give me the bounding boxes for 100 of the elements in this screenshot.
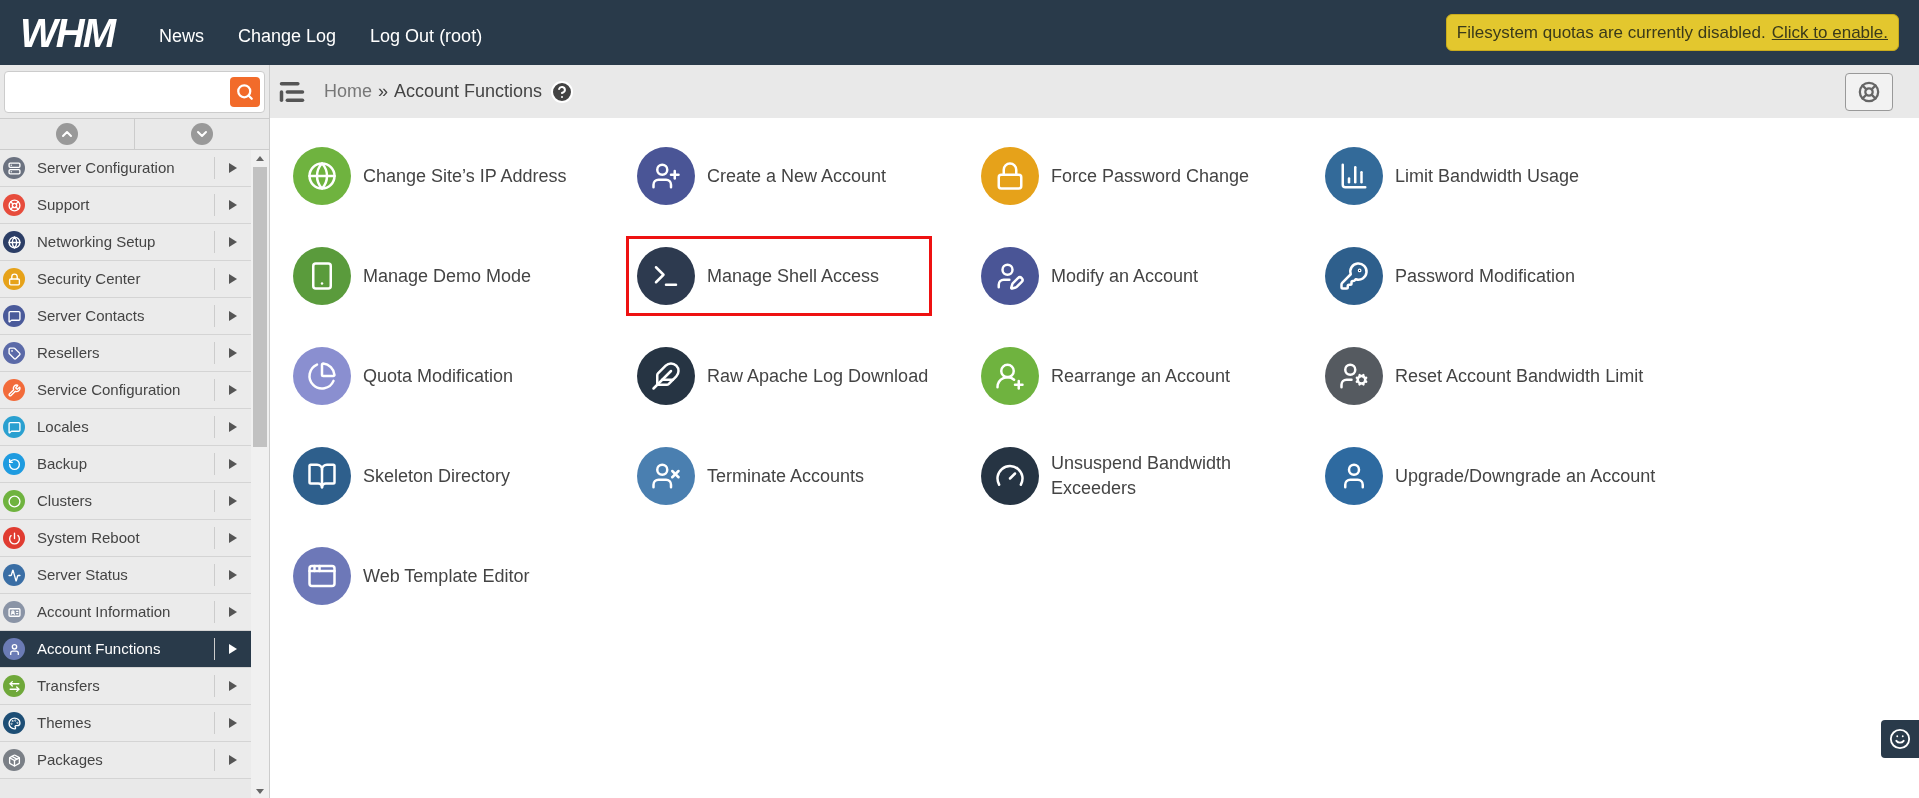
breadcrumb-home[interactable]: Home — [324, 78, 372, 105]
expand-icon — [229, 422, 238, 432]
pie-chart-icon — [293, 347, 351, 405]
server-icon — [3, 157, 25, 179]
function-link[interactable]: Limit Bandwidth Usage — [1314, 136, 1593, 216]
globe-icon — [293, 147, 351, 205]
transfer-icon — [3, 675, 25, 697]
sidebar-label: Server Status — [37, 564, 129, 585]
user-gear-icon — [1325, 347, 1383, 405]
sidebar-label: Packages — [37, 749, 104, 770]
gauge-icon — [981, 447, 1039, 505]
sidebar-label: Transfers — [37, 675, 101, 696]
lifebuoy-icon — [3, 194, 25, 216]
function-link[interactable]: Modify an Account — [970, 236, 1212, 316]
function-link[interactable]: Force Password Change — [970, 136, 1263, 216]
function-link[interactable]: Quota Modification — [282, 336, 527, 416]
feather-icon — [637, 347, 695, 405]
expand-icon — [229, 681, 238, 691]
book-icon — [293, 447, 351, 505]
expand-icon — [229, 718, 238, 728]
tag-icon — [3, 342, 25, 364]
palette-icon — [3, 712, 25, 734]
box-icon — [3, 749, 25, 771]
wrench-icon — [3, 379, 25, 401]
sidebar-label: Locales — [37, 416, 90, 437]
smiley-icon — [1889, 728, 1911, 750]
enable-link[interactable]: Click to enable. — [1771, 19, 1888, 46]
sidebar-label: Themes — [37, 712, 93, 733]
function-link[interactable]: Manage Shell Access — [626, 236, 933, 316]
user-plus-icon — [981, 347, 1039, 405]
function-link[interactable]: Password Modification — [1314, 236, 1589, 316]
function-link[interactable]: Reset Account Bandwidth Limit — [1314, 336, 1657, 416]
function-link[interactable]: Web Template Editor — [282, 536, 543, 616]
sidebar-item[interactable]: Account Functions — [0, 631, 252, 668]
up-icon — [56, 123, 78, 145]
expand-icon — [229, 533, 238, 543]
search-button[interactable] — [230, 76, 260, 107]
scroll-thumb[interactable] — [253, 167, 268, 447]
function-link[interactable]: Change Site’s IP Address — [282, 136, 580, 216]
help-icon — [550, 79, 575, 104]
backup-icon — [3, 453, 25, 475]
sidebar-label: Resellers — [37, 342, 101, 363]
function-link[interactable]: Manage Demo Mode — [282, 236, 545, 316]
function-link[interactable]: Terminate Accounts — [626, 436, 878, 516]
sidebar-label: Networking Setup — [37, 231, 157, 252]
globe-icon — [3, 231, 25, 253]
sidebar-label: Server Contacts — [37, 305, 146, 326]
function-link[interactable]: Upgrade/Downgrade an Account — [1314, 436, 1669, 516]
notice-text: Filesystem quotas are currently disabled. — [1456, 21, 1766, 44]
lifebuoy-icon — [1858, 80, 1880, 103]
sidebar-label: Account Functions — [37, 638, 162, 659]
function-link[interactable]: Unsuspend Bandwidth Exceeders — [970, 436, 1304, 516]
sidebar-label: Security Center — [37, 268, 142, 289]
power-icon — [3, 527, 25, 549]
expand-icon — [229, 607, 238, 617]
chat-icon — [3, 416, 25, 438]
breadcrumb-separator: » — [378, 80, 389, 103]
feedback-button[interactable] — [1881, 720, 1919, 758]
user-icon — [3, 638, 25, 660]
user-edit-icon — [981, 247, 1039, 305]
function-link[interactable]: Rearrange an Account — [970, 336, 1244, 416]
support-button[interactable] — [1845, 72, 1893, 111]
sidebar-label: Service Configuration — [37, 379, 182, 400]
sidebar-label: Account Information — [37, 601, 172, 622]
expand-icon — [229, 200, 238, 210]
sidebar-label: Server Configuration — [37, 157, 176, 178]
sidebar-label: System Reboot — [37, 527, 141, 548]
scrollbar[interactable] — [251, 150, 269, 798]
expand-icon — [229, 237, 238, 247]
expand-icon — [229, 755, 238, 765]
expand-icon — [229, 496, 238, 506]
expand-icon — [229, 644, 238, 654]
sidebar-label: Backup — [37, 453, 89, 474]
expand-icon — [229, 348, 238, 358]
function-link[interactable]: Create a New Account — [626, 136, 900, 216]
expand-icon — [229, 570, 238, 580]
terminal-icon — [637, 247, 695, 305]
user-icon — [1325, 447, 1383, 505]
search-icon — [236, 82, 254, 101]
key-icon — [1325, 247, 1383, 305]
nav-link[interactable]: Log Out (root) — [370, 23, 483, 50]
search-field[interactable] — [4, 70, 265, 113]
window-icon — [293, 547, 351, 605]
nav-link[interactable]: Change Log — [238, 23, 337, 50]
lock-icon — [981, 147, 1039, 205]
monitor-icon — [3, 564, 25, 586]
bar-chart-icon — [1325, 147, 1383, 205]
user-plus-icon — [637, 147, 695, 205]
sidebar-label: Support — [37, 194, 91, 215]
phone-icon — [293, 247, 351, 305]
id-card-icon — [3, 601, 25, 623]
expand-icon — [229, 163, 238, 173]
expand-icon — [229, 385, 238, 395]
function-link[interactable]: Raw Apache Log Download — [626, 336, 942, 416]
nav-link[interactable]: News — [158, 23, 204, 50]
logo[interactable]: WHM — [20, 2, 114, 63]
down-icon — [191, 123, 213, 145]
chat-icon — [3, 305, 25, 327]
function-link[interactable]: Skeleton Directory — [282, 436, 524, 516]
lock-icon — [3, 268, 25, 290]
